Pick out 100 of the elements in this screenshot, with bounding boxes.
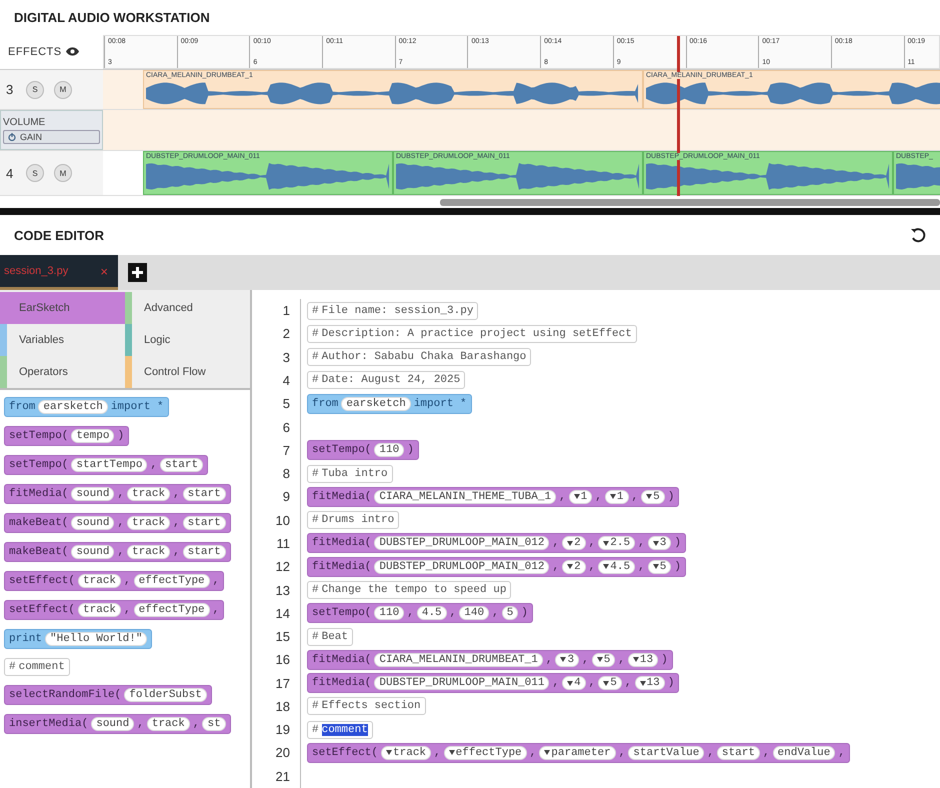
print-block[interactable]: print "Hello World!" [4, 629, 152, 649]
function-block[interactable]: insertMedia( sound , track , st [4, 714, 231, 734]
undo-icon[interactable] [910, 227, 926, 243]
argument-dropdown[interactable]: 5 [592, 652, 616, 667]
function-block[interactable]: fitMedia( sound , track , start [4, 484, 231, 504]
argument-dropdown[interactable]: 1 [568, 490, 592, 504]
argument-value[interactable]: track [127, 487, 170, 501]
argument-value[interactable]: tempo [71, 429, 114, 443]
function-name: selectRandomFile( [9, 689, 122, 701]
argument-dropdown[interactable]: 5 [641, 490, 665, 504]
argument-value[interactable]: 110 [374, 606, 404, 620]
argument-dropdown[interactable]: 2.5 [598, 536, 636, 550]
import-block[interactable]: from earsketch import * [4, 397, 169, 417]
comment-mark: # [9, 661, 16, 673]
argument-value[interactable]: 110 [374, 443, 404, 458]
function-block[interactable]: fitMedia( DUBSTEP_DRUMLOOP_MAIN_011 , 4 , 5 , 13 ) [307, 673, 680, 694]
argument-value[interactable]: startValue [628, 746, 704, 760]
mute-button[interactable]: M [54, 80, 72, 99]
function-block[interactable]: setTempo( tempo ) [4, 426, 130, 446]
argument-dropdown[interactable]: 4.5 [598, 560, 636, 574]
function-block[interactable]: setEffect( track , effectType , parameter , startValue , start , endValue , [307, 742, 850, 763]
argument-value[interactable]: DUBSTEP_DRUMLOOP_MAIN_012 [374, 560, 550, 574]
argument-dropdown[interactable]: effectType [444, 746, 527, 760]
function-block[interactable]: makeBeat( sound , track , start [4, 513, 231, 533]
function-block[interactable]: setEffect( track , effectType , [4, 600, 224, 620]
argument-value[interactable]: track [78, 603, 122, 617]
argument-value[interactable]: CIARA_MELANIN_THEME_TUBA_1 [374, 490, 556, 504]
argument-value[interactable]: endValue [772, 746, 836, 760]
add-tab-icon[interactable] [128, 263, 147, 282]
line-number: 11 [252, 532, 301, 556]
argument-value[interactable]: start [182, 545, 226, 559]
argument-value[interactable]: CIARA_MELANIN_DRUMBEAT_1 [374, 652, 543, 667]
argument-value[interactable]: track [78, 574, 122, 588]
argument-value[interactable]: 4.5 [416, 606, 447, 620]
gain-button[interactable]: GAIN [3, 130, 100, 144]
argument-dropdown[interactable]: 3 [555, 652, 580, 667]
argument-dropdown[interactable]: track [381, 746, 432, 760]
argument-dropdown[interactable]: 3 [648, 536, 672, 550]
function-block[interactable]: setTempo( 110 , 4.5 , 140 , 5 ) [307, 603, 533, 624]
argument-dropdown[interactable]: 4 [562, 676, 586, 690]
comment-block[interactable]: # Effects section [307, 697, 426, 716]
argument-value[interactable]: start [716, 746, 760, 760]
function-block[interactable]: fitMedia( DUBSTEP_DRUMLOOP_MAIN_012 , 2 , 4.5 , 5 ) [307, 556, 686, 577]
argument-dropdown[interactable]: 5 [598, 676, 622, 690]
argument-value[interactable]: 140 [459, 606, 490, 620]
caret-icon [632, 657, 639, 662]
argument-dropdown[interactable]: 2 [562, 536, 586, 550]
argument-value[interactable]: track [127, 545, 170, 559]
argument-value[interactable]: 5 [502, 606, 518, 620]
argument-value[interactable]: sound [71, 516, 114, 530]
comment-block[interactable]: # File name: session_3.py [307, 302, 478, 320]
comment-block[interactable]: # comment [4, 658, 70, 676]
comment-block[interactable]: # Tuba intro [307, 464, 393, 483]
argument-value[interactable]: track [127, 516, 170, 530]
argument-value[interactable]: sound [71, 487, 114, 501]
scrollbar-thumb[interactable] [440, 198, 940, 206]
argument-dropdown[interactable]: parameter [539, 746, 616, 760]
function-block[interactable]: fitMedia( DUBSTEP_DRUMLOOP_MAIN_012 , 2 , 2.5 , 3 ) [307, 533, 686, 554]
argument-value[interactable]: track [146, 717, 190, 731]
separator: , [552, 560, 560, 573]
eye-icon[interactable] [66, 47, 79, 56]
import-block[interactable]: from earsketch import * [307, 394, 472, 414]
argument-value[interactable]: DUBSTEP_DRUMLOOP_MAIN_012 [374, 536, 550, 550]
solo-button[interactable]: S [26, 80, 44, 99]
function-name: makeBeat( [9, 546, 68, 558]
comment-block[interactable]: # Author: Sababu Chaka Barashango [307, 348, 532, 366]
argument-dropdown[interactable]: 5 [648, 560, 672, 574]
argument-value[interactable]: sound [91, 717, 134, 731]
argument-dropdown[interactable]: 13 [634, 676, 665, 690]
function-block[interactable]: setTempo( 110 ) [307, 440, 419, 460]
argument-value[interactable]: sound [71, 545, 114, 559]
argument-value[interactable]: st [202, 717, 226, 731]
solo-button[interactable]: S [26, 164, 44, 182]
argument-value[interactable]: start [182, 487, 226, 501]
argument-dropdown[interactable]: 13 [628, 652, 658, 667]
comment-block[interactable]: # Beat [307, 628, 354, 646]
mute-button[interactable]: M [54, 164, 72, 182]
comment-block[interactable]: # Description: A practice project using setEffect [307, 324, 637, 343]
argument-value[interactable]: start [160, 458, 204, 472]
function-block[interactable]: fitMedia( CIARA_MELANIN_THEME_TUBA_1 , 1 , 1 , 5 ) [307, 486, 680, 507]
comment-block[interactable]: # Drums intro [307, 511, 400, 530]
function-block[interactable]: setEffect( track , effectType , [4, 571, 224, 591]
separator: , [595, 490, 602, 503]
comment-block[interactable]: # comment [307, 720, 373, 739]
separator: , [762, 746, 770, 759]
function-block[interactable]: setTempo( startTempo , start [4, 455, 208, 475]
argument-value[interactable]: effectType [134, 603, 210, 617]
argument-value[interactable]: DUBSTEP_DRUMLOOP_MAIN_011 [374, 676, 550, 690]
argument-dropdown[interactable]: 2 [562, 560, 586, 574]
separator: , [124, 604, 131, 616]
argument-value[interactable]: folderSubst [124, 688, 207, 702]
function-block[interactable]: selectRandomFile( folderSubst [4, 685, 212, 705]
argument-value[interactable]: startTempo [71, 458, 148, 472]
argument-dropdown[interactable]: 1 [604, 490, 628, 504]
argument-value[interactable]: effectType [134, 574, 210, 588]
argument-value[interactable]: start [182, 516, 226, 530]
comment-block[interactable]: # Change the tempo to speed up [307, 581, 512, 600]
function-block[interactable]: makeBeat( sound , track , start [4, 542, 231, 562]
function-block[interactable]: fitMedia( CIARA_MELANIN_DRUMBEAT_1 , 3 , 5 , 13 ) [307, 650, 673, 670]
comment-block[interactable]: # Date: August 24, 2025 [307, 371, 466, 390]
